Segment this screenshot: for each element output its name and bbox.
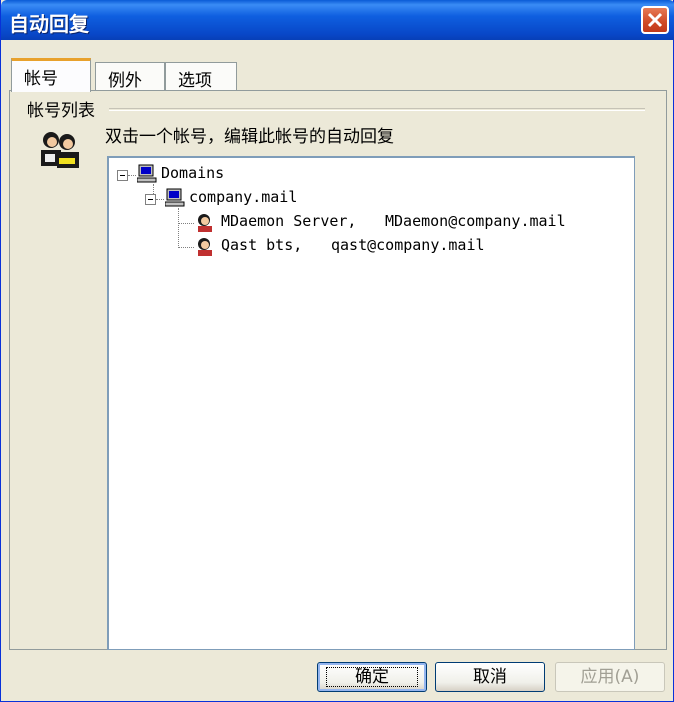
tree-connector	[156, 199, 164, 200]
computer-icon	[137, 164, 157, 183]
group-divider	[109, 108, 645, 111]
focus-rectangle	[326, 667, 418, 687]
close-icon	[647, 12, 663, 28]
accounts-group-label: 帐号列表	[27, 96, 101, 121]
tab-options-label: 选项	[178, 71, 212, 91]
apply-button[interactable]: 应用(A)	[555, 662, 665, 692]
tab-accounts-label: 帐号	[24, 69, 58, 89]
tree-connector	[178, 223, 194, 224]
user-icon	[198, 214, 212, 232]
tree-node-domain[interactable]: company.mail	[189, 188, 297, 206]
account-2-name[interactable]: Qast bts,	[221, 236, 302, 254]
ok-button[interactable]: 确定	[317, 662, 427, 692]
window-title: 自动回复	[9, 12, 89, 36]
tree-connector	[128, 175, 136, 176]
apply-button-label: 应用(A)	[580, 667, 640, 687]
close-button[interactable]	[641, 6, 669, 34]
collapse-toggle-domain[interactable]	[145, 194, 156, 205]
tab-exceptions[interactable]: 例外	[95, 62, 165, 91]
tab-accounts[interactable]: 帐号	[11, 58, 91, 92]
instruction-text: 双击一个帐号，编辑此帐号的自动回复	[105, 127, 394, 147]
accounts-tree[interactable]: Domains company.mail MDaemon Server, MDa…	[107, 156, 635, 650]
tree-connector	[153, 184, 154, 194]
computer-icon	[165, 188, 185, 207]
account-2-email[interactable]: qast@company.mail	[331, 236, 485, 254]
collapse-toggle-domains[interactable]	[117, 170, 128, 181]
tab-exceptions-label: 例外	[108, 71, 142, 91]
cancel-button-label: 取消	[473, 667, 507, 687]
user-icon	[198, 238, 212, 256]
tree-connector	[178, 208, 179, 248]
auto-reply-dialog: 自动回复 帐号 例外 选项 帐号列表 双击一个帐号，编辑此帐号的自动回复 Dom…	[0, 0, 674, 702]
tree-node-domains[interactable]: Domains	[161, 164, 224, 182]
title-bar[interactable]: 自动回复	[1, 0, 674, 40]
tab-options[interactable]: 选项	[165, 62, 237, 91]
cancel-button[interactable]: 取消	[435, 662, 545, 692]
account-1-email[interactable]: MDaemon@company.mail	[385, 212, 566, 230]
account-1-name[interactable]: MDaemon Server,	[221, 212, 356, 230]
tree-connector	[178, 247, 194, 248]
users-icon	[41, 132, 79, 168]
